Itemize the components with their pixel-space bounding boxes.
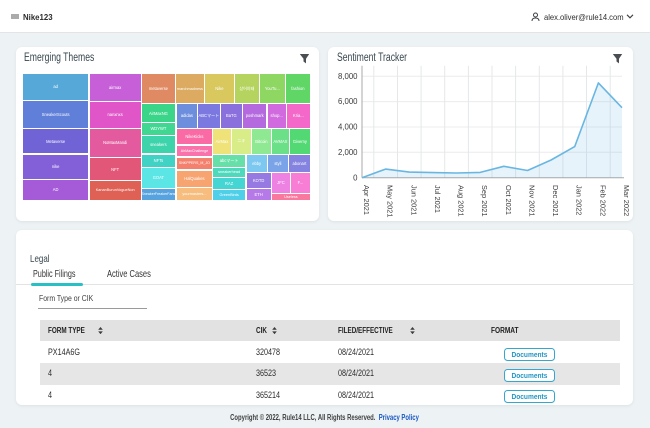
- svg-text:Jun 2021: Jun 2021: [409, 185, 418, 215]
- svg-text:4,000: 4,000: [338, 123, 358, 132]
- svg-text:Nov 2021: Nov 2021: [528, 185, 537, 217]
- svg-text:May 2021: May 2021: [386, 185, 395, 217]
- svg-text:Apr 2021: Apr 2021: [362, 185, 371, 215]
- svg-text:0: 0: [353, 173, 358, 182]
- svg-text:Dec 2021: Dec 2021: [551, 185, 560, 217]
- svg-text:Jul 2021: Jul 2021: [433, 185, 442, 213]
- svg-text:Jan 2022: Jan 2022: [575, 185, 584, 215]
- svg-text:8,000: 8,000: [338, 72, 358, 81]
- svg-text:Aug 2021: Aug 2021: [457, 185, 466, 217]
- svg-text:6,000: 6,000: [338, 97, 358, 106]
- svg-text:Sep 2021: Sep 2021: [480, 185, 489, 217]
- svg-text:2,000: 2,000: [338, 148, 358, 157]
- svg-text:Oct 2021: Oct 2021: [504, 185, 513, 215]
- svg-text:Feb 2022: Feb 2022: [599, 185, 608, 216]
- svg-text:Mar 2022: Mar 2022: [622, 185, 631, 216]
